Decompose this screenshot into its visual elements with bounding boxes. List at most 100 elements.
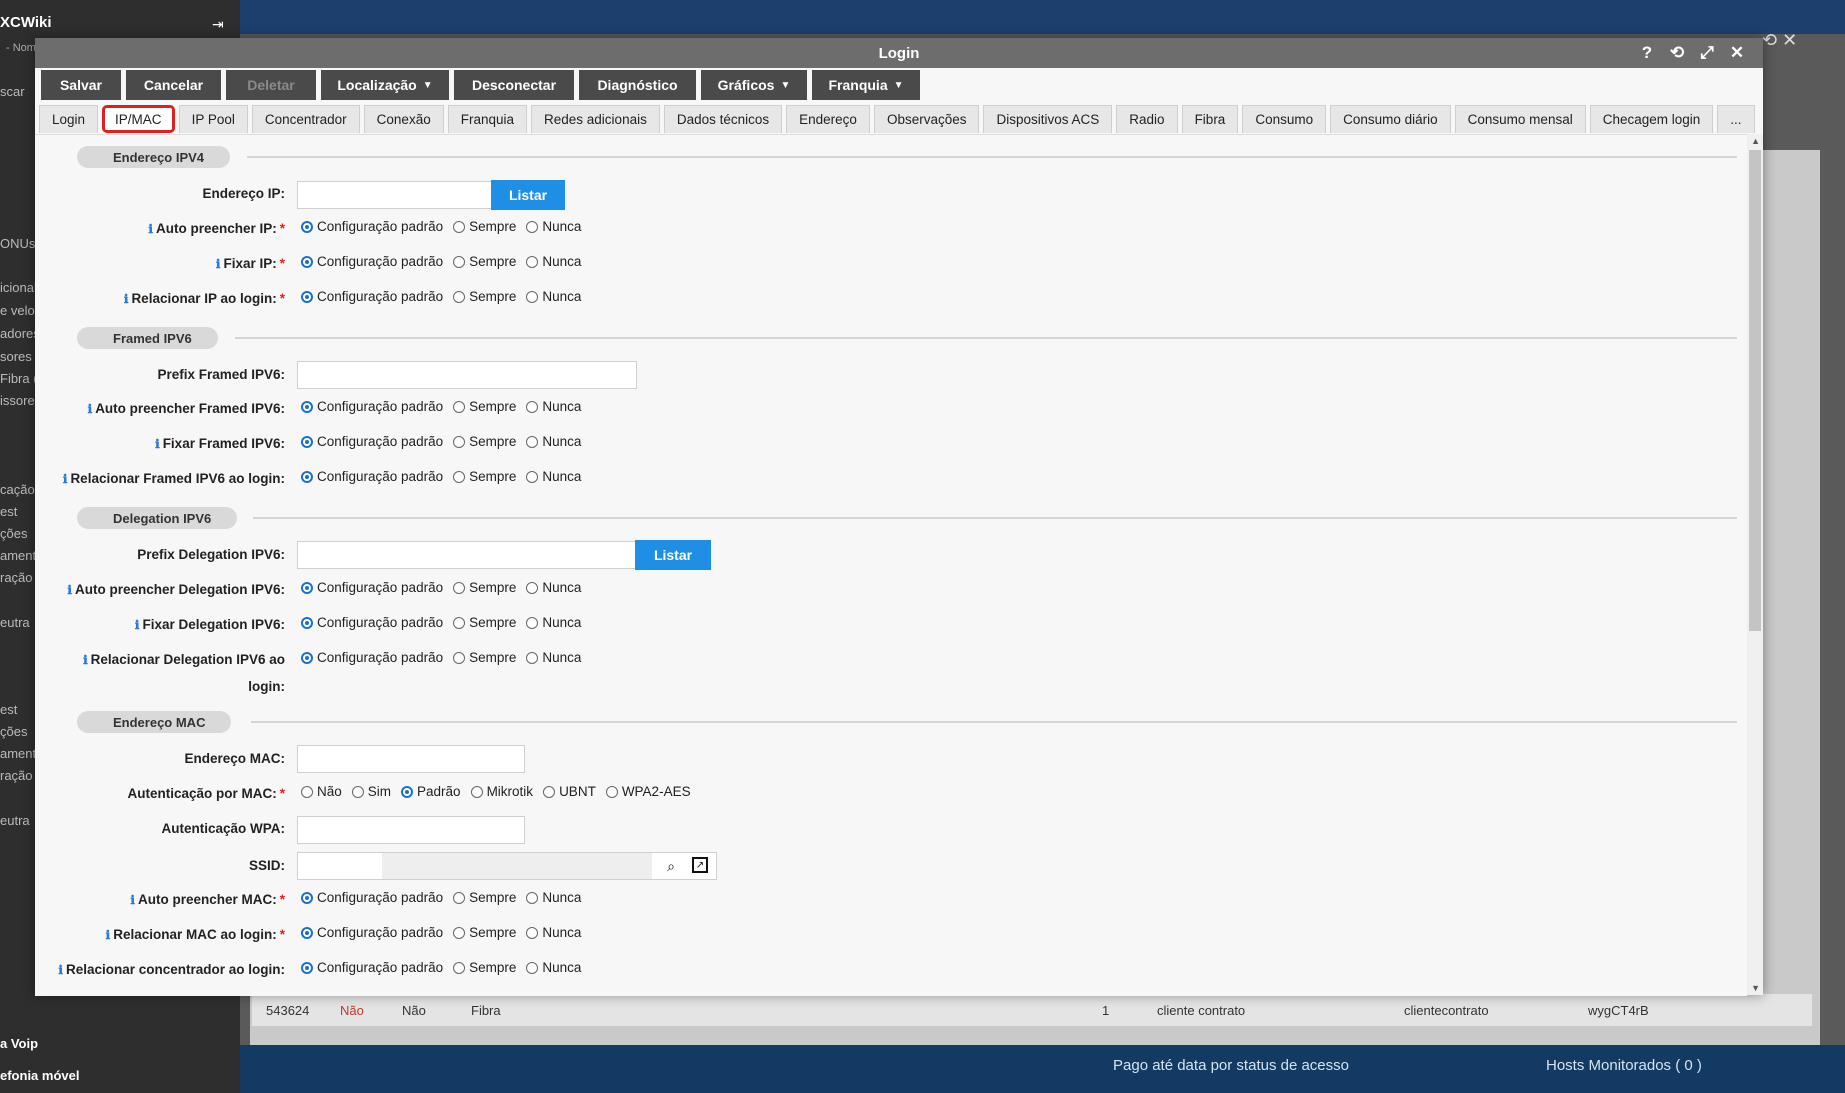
radio-circle[interactable] [301,785,313,798]
radio-nunca[interactable]: Nunca [526,469,581,484]
franchise-dropdown-button[interactable]: Franquia ▼ [812,70,920,100]
radio-nao[interactable]: Não [301,784,342,799]
radio-circle[interactable] [453,435,466,448]
help-icon[interactable]: ? [1637,43,1657,63]
radio-circle[interactable] [351,785,364,798]
radio-ubnt[interactable]: UBNT [543,784,596,799]
close-icon[interactable]: ✕ [1727,43,1747,63]
radio-sempre[interactable]: Sempre [453,960,516,975]
scroll-up-icon[interactable]: ▲ [1751,136,1760,146]
tab-ip-pool[interactable]: IP Pool [178,105,248,133]
radio-circle-checked[interactable] [301,470,313,483]
radio-circle[interactable] [526,470,539,483]
radio-circle[interactable] [453,616,466,629]
radio-sempre[interactable]: Sempre [453,254,516,269]
sidebar-item[interactable]: cação [0,482,35,497]
tab-fibra[interactable]: Fibra [1181,105,1239,133]
radio-circle[interactable] [453,220,466,233]
radio-config-padrao[interactable]: Configuração padrão [301,469,443,484]
radio-circle-checked[interactable] [301,400,313,413]
radio-nunca[interactable]: Nunca [526,254,581,269]
radio-circle-checked[interactable] [301,926,313,939]
scrollbar-thumb[interactable] [1749,150,1761,631]
info-icon[interactable]: ℹ [67,583,72,597]
sidebar-item-telefonia[interactable]: efonia móvel [0,1068,79,1083]
radio-circle[interactable] [526,220,539,233]
radio-wpa2-aes[interactable]: WPA2-AES [605,784,691,799]
radio-circle[interactable] [470,785,483,798]
sidebar-item[interactable]: icional [0,280,37,295]
listar-ip-button[interactable]: Listar [491,180,565,210]
radio-circle[interactable] [453,255,466,268]
radio-nunca[interactable]: Nunca [526,925,581,940]
radio-config-padrao[interactable]: Configuração padrão [301,650,443,665]
ssid-field[interactable]: ⌕ ↗ [297,852,717,880]
radio-sempre[interactable]: Sempre [453,890,516,905]
history-icon[interactable]: ⟲ [1667,43,1687,63]
radio-config-padrao[interactable]: Configuração padrão [301,254,443,269]
tab-ip-mac[interactable]: IP/MAC [102,105,175,133]
tab-more[interactable]: ... [1717,105,1755,133]
radio-circle[interactable] [526,581,539,594]
tab-endereco[interactable]: Endereço [786,105,870,133]
sidebar-item[interactable]: ções [0,724,27,739]
tab-concentrador[interactable]: Concentrador [251,105,360,133]
radio-circle-checked[interactable] [301,581,313,594]
radio-circle[interactable] [605,785,618,798]
listar-delegation-button[interactable]: Listar [635,540,711,570]
radio-circle[interactable] [526,926,539,939]
radio-sempre[interactable]: Sempre [453,469,516,484]
info-icon[interactable]: ℹ [106,928,111,942]
radio-circle-checked[interactable] [301,651,313,664]
radio-sempre[interactable]: Sempre [453,289,516,304]
radio-config-padrao[interactable]: Configuração padrão [301,925,443,940]
info-icon[interactable]: ℹ [124,292,129,306]
radio-circle[interactable] [526,400,539,413]
radio-circle-checked[interactable] [301,616,313,629]
radio-nunca[interactable]: Nunca [526,650,581,665]
prefix-delegation-input[interactable] [297,541,637,569]
radio-nunca[interactable]: Nunca [526,289,581,304]
radio-sempre[interactable]: Sempre [453,434,516,449]
tab-consumo[interactable]: Consumo [1242,105,1327,133]
info-icon[interactable]: ℹ [63,472,68,486]
info-icon[interactable]: ℹ [135,618,140,632]
radio-circle[interactable] [453,891,466,904]
tab-login[interactable]: Login [39,105,99,133]
logout-icon[interactable]: ⇥ [212,16,224,33]
radio-config-padrao[interactable]: Configuração padrão [301,960,443,975]
info-icon[interactable]: ℹ [148,222,153,236]
radio-config-padrao[interactable]: Configuração padrão [301,890,443,905]
info-icon[interactable]: ℹ [58,963,63,977]
radio-nunca[interactable]: Nunca [526,580,581,595]
radio-circle[interactable] [543,785,556,798]
radio-circle[interactable] [526,255,539,268]
radio-nunca[interactable]: Nunca [526,219,581,234]
sidebar-item[interactable]: eutra [0,813,30,828]
sidebar-item[interactable]: ração [0,570,33,585]
info-icon[interactable]: ℹ [83,653,88,667]
sidebar-item[interactable]: est [0,504,17,519]
radio-circle-checked[interactable] [301,435,313,448]
radio-sempre[interactable]: Sempre [453,925,516,940]
sidebar-item[interactable]: ração [0,768,33,783]
tab-dados-tecnicos[interactable]: Dados técnicos [663,105,783,133]
location-dropdown-button[interactable]: Localização ▼ [321,70,449,100]
sidebar-item-voip[interactable]: a Voip [0,1036,38,1051]
radio-sempre[interactable]: Sempre [453,219,516,234]
radio-nunca[interactable]: Nunca [526,434,581,449]
diagnostic-button[interactable]: Diagnóstico [579,70,696,100]
endereco-mac-input[interactable] [297,745,525,773]
radio-circle[interactable] [526,961,539,974]
info-icon[interactable]: ℹ [155,437,160,451]
radio-nunca[interactable]: Nunca [526,960,581,975]
radio-sempre[interactable]: Sempre [453,650,516,665]
radio-circle-checked[interactable] [301,961,313,974]
tab-conexao[interactable]: Conexão [363,105,444,133]
tab-consumo-mensal[interactable]: Consumo mensal [1454,105,1586,133]
autenticacao-wpa-input[interactable] [297,816,525,844]
info-icon[interactable]: ℹ [130,893,135,907]
radio-config-padrao[interactable]: Configuração padrão [301,615,443,630]
radio-sempre[interactable]: Sempre [453,580,516,595]
radio-config-padrao[interactable]: Configuração padrão [301,289,443,304]
